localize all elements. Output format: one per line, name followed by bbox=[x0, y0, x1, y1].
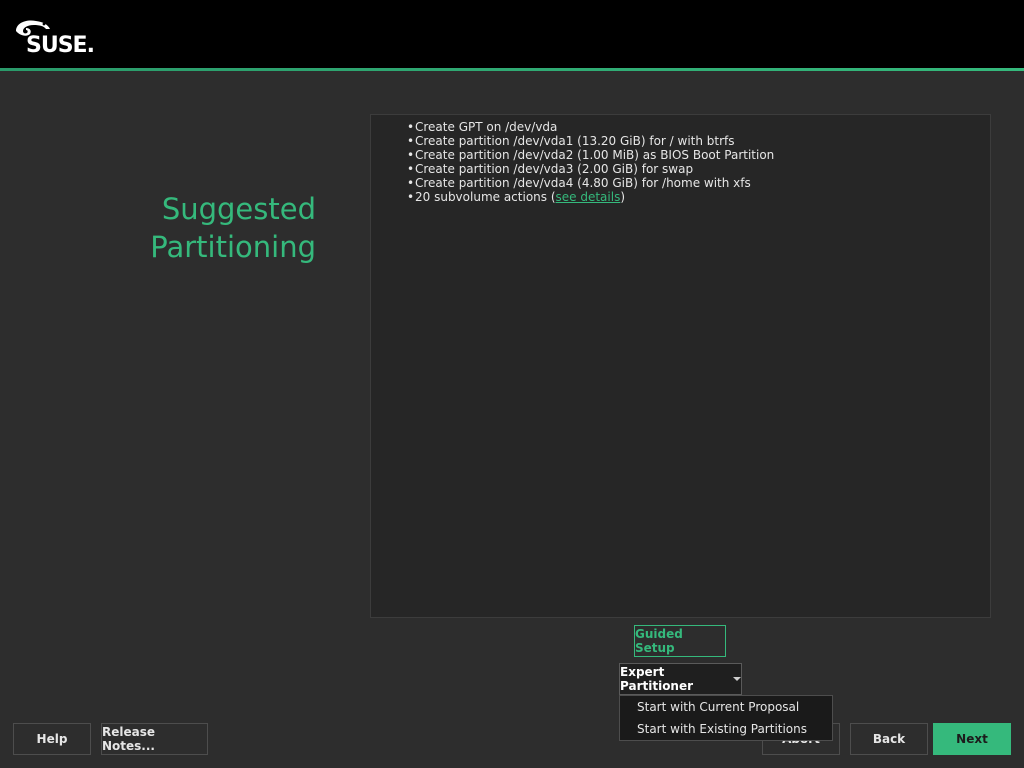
proposal-summary-panel: Create GPT on /dev/vda Create partition … bbox=[370, 114, 991, 618]
header-accent-line bbox=[0, 68, 1024, 71]
proposal-actions-list: Create GPT on /dev/vda Create partition … bbox=[407, 120, 774, 204]
subvolume-suffix: ) bbox=[620, 190, 626, 204]
suse-logo: SUSE. bbox=[14, 17, 95, 58]
guided-setup-button[interactable]: Guided Setup bbox=[634, 625, 726, 657]
list-item: Create partition /dev/vda2 (1.00 MiB) as… bbox=[407, 148, 774, 162]
page-title-line1: Suggested bbox=[161, 192, 316, 226]
release-notes-button[interactable]: Release Notes... bbox=[101, 723, 208, 755]
logo-text: SUSE. bbox=[26, 33, 95, 58]
expert-partitioner-menu: Start with Current Proposal Start with E… bbox=[619, 695, 833, 741]
list-item: Create partition /dev/vda3 (2.00 GiB) fo… bbox=[407, 162, 774, 176]
back-button[interactable]: Back bbox=[850, 723, 928, 755]
expert-partitioner-label: Expert Partitioner bbox=[620, 665, 694, 693]
menu-item-start-existing-partitions[interactable]: Start with Existing Partitions bbox=[637, 722, 807, 736]
back-label: Back bbox=[872, 732, 906, 746]
expert-partitioner-button[interactable]: Expert Partitioner bbox=[619, 663, 742, 695]
next-button[interactable]: Next bbox=[933, 723, 1011, 755]
release-notes-label: Release Notes... bbox=[102, 725, 156, 753]
guided-setup-label: Guided Setup bbox=[635, 627, 683, 655]
list-item: Create GPT on /dev/vda bbox=[407, 120, 774, 134]
subvolume-actions-item: 20 subvolume actions (see details) bbox=[407, 190, 774, 204]
menu-item-start-current-proposal[interactable]: Start with Current Proposal bbox=[637, 700, 799, 714]
help-button[interactable]: Help bbox=[13, 723, 91, 755]
page-title: Suggested Partitioning bbox=[100, 190, 316, 266]
list-item: Create partition /dev/vda4 (4.80 GiB) fo… bbox=[407, 176, 774, 190]
next-label: Next bbox=[956, 732, 988, 746]
see-details-link[interactable]: see details bbox=[556, 190, 621, 204]
list-item: Create partition /dev/vda1 (13.20 GiB) f… bbox=[407, 134, 774, 148]
page-title-line2: Partitioning bbox=[150, 230, 316, 264]
help-label: Help bbox=[36, 732, 68, 746]
chevron-down-icon bbox=[733, 677, 741, 681]
header-bar: SUSE. bbox=[0, 0, 1024, 68]
subvolume-prefix: 20 subvolume actions ( bbox=[415, 190, 556, 204]
